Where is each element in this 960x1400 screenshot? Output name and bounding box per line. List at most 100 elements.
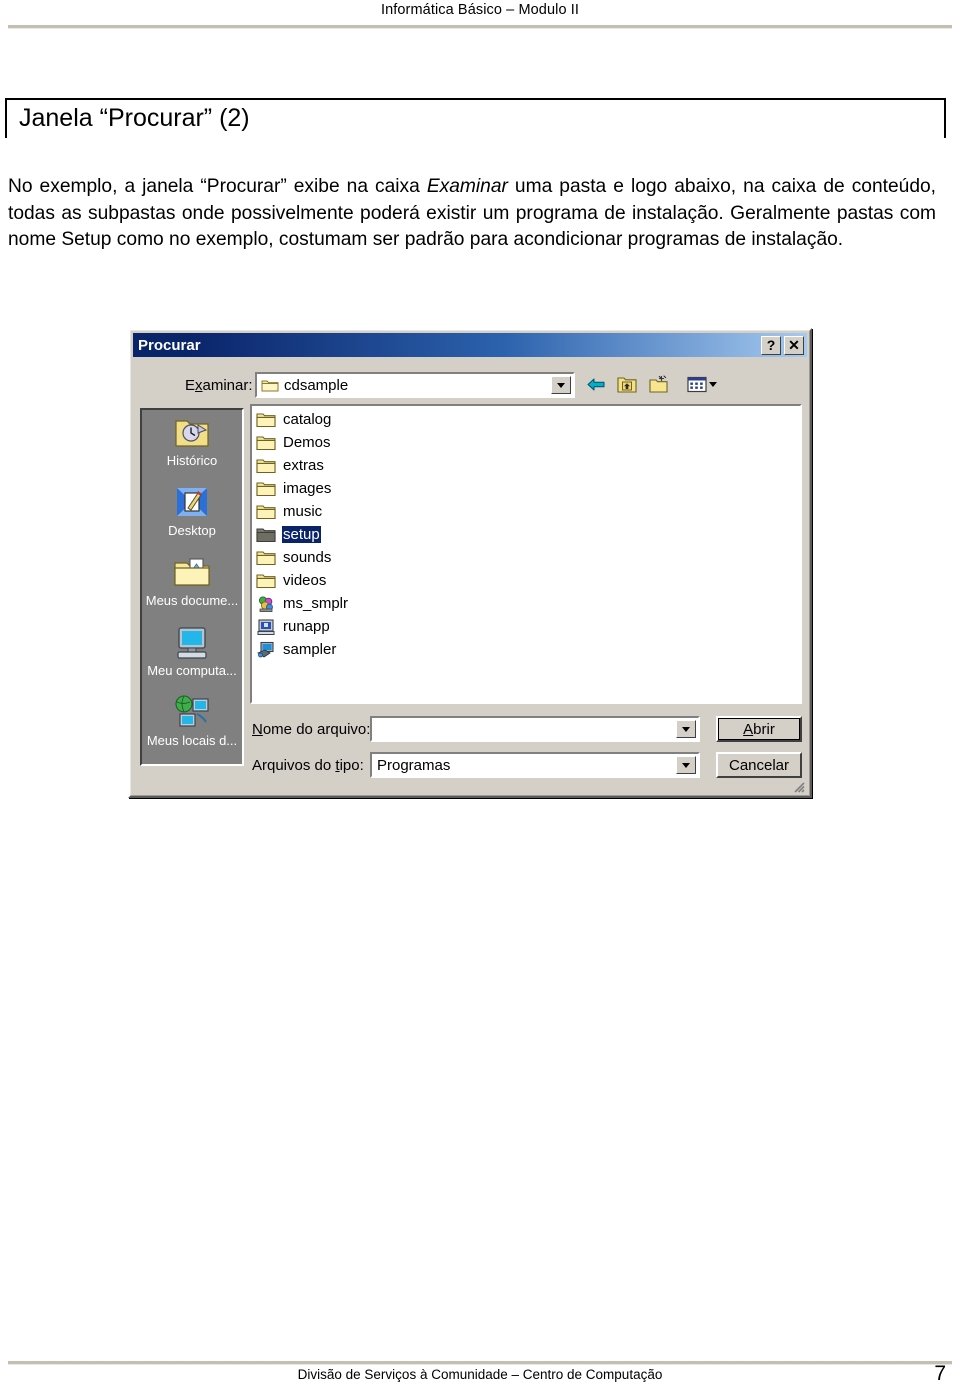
file-type-label-pre: Arquivos do [252,757,336,774]
desktop-icon [177,488,207,516]
dialog-title: Procurar [138,336,201,354]
up-one-level-icon[interactable] [616,374,638,395]
folder-open-icon [256,527,276,542]
look-in-label-post: aminar: [202,377,253,394]
file-name-dropdown-arrow[interactable] [676,720,696,738]
file-type-row: Arquivos do tipo: Programas Cancelar [130,752,810,778]
views-button[interactable] [687,376,717,393]
list-item-selected[interactable]: setup [256,523,800,546]
file-name-row: Nome do arquivo: Abrir [130,716,810,742]
footer-text: Divisão de Serviços à Comunidade – Centr… [297,1367,663,1382]
list-item[interactable]: Demos [256,431,800,454]
list-item[interactable]: runapp [256,615,800,638]
paragraph-part-1: No exemplo, a janela “Procurar” exibe na… [8,176,427,198]
folder-icon [256,458,276,473]
list-item-label: ms_smplr [283,595,349,612]
place-label: Meus docume... [145,593,239,608]
chevron-down-icon [682,726,690,732]
list-item-label: sounds [283,549,332,566]
list-item[interactable]: sampler [256,638,800,661]
open-button-label: brir [753,720,775,738]
list-item-label: setup [282,526,321,543]
back-icon[interactable] [585,374,607,395]
section-title-box: Janela “Procurar” (2) [5,98,946,138]
places-bar: Histórico Desktop Meus docume... Meu com… [140,408,244,766]
folder-icon [256,481,276,496]
file-name-label: Nome do arquivo: [252,721,370,738]
list-item[interactable]: ms_smplr [256,592,800,615]
look-in-row: Examinar: cdsample [130,370,810,402]
help-button[interactable]: ? [761,335,781,355]
list-item-label: catalog [283,411,332,428]
folder-icon [256,412,276,427]
folder-icon [256,573,276,588]
list-item-label: videos [283,572,327,589]
titlebar-buttons: ? ✕ [761,335,804,355]
list-item[interactable]: music [256,500,800,523]
chevron-down-icon [682,762,690,768]
history-folder-icon [175,420,209,447]
body-paragraph: No exemplo, a janela “Procurar” exibe na… [8,174,936,254]
look-in-dropdown-arrow[interactable] [551,376,571,394]
look-in-label: Examinar: [185,377,253,394]
paragraph-emphasis: Examinar [426,176,508,198]
place-item-historico[interactable]: Histórico [142,414,242,484]
file-name-label-post: ome do arquivo: [262,721,371,738]
file-name-label-accel: N [252,721,263,738]
dialog-titlebar[interactable]: Procurar ? ✕ [133,333,807,357]
views-icon [687,376,707,393]
page-header-title: Informática Básico – Modulo II [380,2,580,18]
look-in-label-accel: x [195,377,203,394]
file-type-label: Arquivos do tipo: [252,757,364,774]
list-item[interactable]: sounds [256,546,800,569]
procurar-dialog: Procurar ? ✕ Examinar: cdsample Históric… [128,328,812,798]
folder-icon [256,435,276,450]
place-item-meu-computador[interactable]: Meu computa... [142,624,242,694]
list-item[interactable]: extras [256,454,800,477]
file-type-value: Programas [377,756,451,774]
folder-icon [261,380,279,391]
folder-icon [256,550,276,565]
open-button-accel: A [743,720,754,738]
folder-icon [256,504,276,519]
page-title: Janela “Procurar” (2) [19,104,250,132]
application-icon [257,641,274,658]
place-label: Meu computa... [147,663,237,678]
resize-grip-icon[interactable] [791,779,805,793]
page-number: 7 [934,1362,946,1385]
place-item-desktop[interactable]: Desktop [142,484,242,554]
list-item[interactable]: videos [256,569,800,592]
chevron-down-icon [557,382,565,388]
application-icon [259,596,273,612]
list-item-label: sampler [283,641,337,658]
list-item[interactable]: images [256,477,800,500]
application-icon [257,618,275,635]
new-folder-icon[interactable] [647,374,669,395]
look-in-value: cdsample [284,376,349,394]
file-type-label-post: ipo: [339,757,364,774]
open-button[interactable]: Abrir [716,716,802,742]
list-item-label: extras [283,457,324,474]
file-type-combobox[interactable]: Programas [370,752,700,778]
look-in-combobox[interactable]: cdsample [255,372,575,398]
close-icon[interactable]: ✕ [784,335,804,355]
place-label: Desktop [168,523,216,538]
cancel-button[interactable]: Cancelar [716,752,802,778]
look-in-label-pre: E [185,377,196,394]
list-item-label: Demos [283,434,331,451]
place-label: Histórico [166,453,218,468]
file-type-dropdown-arrow[interactable] [676,756,696,774]
list-item-label: images [283,480,332,497]
list-item-label: music [283,503,323,520]
list-item-label: runapp [283,618,330,635]
footer-divider [8,1361,952,1365]
my-documents-icon [174,558,210,586]
file-list[interactable]: catalog Demos extras images music setup … [250,404,802,704]
place-item-meus-documentos[interactable]: Meus docume... [142,554,242,624]
views-chevron-down-icon [709,382,717,387]
list-item[interactable]: catalog [256,408,800,431]
dialog-toolbar [585,374,717,395]
header-divider [8,25,952,29]
my-computer-icon [177,627,207,659]
file-name-input[interactable] [370,716,700,742]
